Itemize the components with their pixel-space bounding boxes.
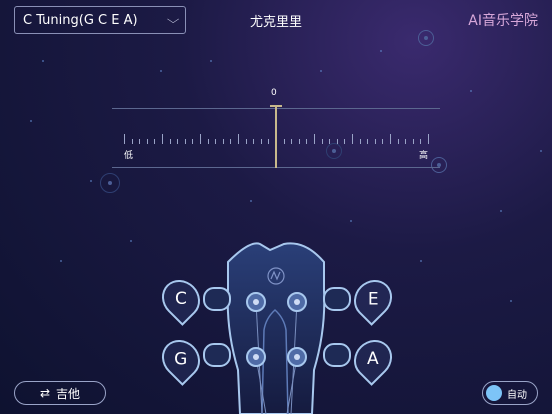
meter-tick (344, 139, 346, 144)
meter-tick (329, 139, 331, 144)
meter-tick (238, 134, 239, 144)
string-note-a[interactable]: A (346, 332, 400, 386)
meter-tick (291, 139, 293, 144)
meter-tick (215, 139, 217, 144)
meter-tick (169, 139, 171, 144)
meter-tick (268, 139, 270, 144)
string-note-c[interactable]: C (154, 272, 208, 326)
swap-icon: ⇄ (39, 386, 51, 400)
meter-low-label: 低 (124, 151, 134, 161)
meter-zero-label: 0 (271, 88, 277, 98)
decorative-ring (100, 173, 120, 193)
meter-tick (245, 139, 247, 144)
meter-tick (428, 134, 429, 144)
toggle-knob (486, 385, 502, 401)
meter-tick (207, 139, 209, 144)
auto-mode-label: 自动 (507, 390, 527, 401)
switch-instrument-label: 吉他 (56, 386, 81, 401)
meter-tick (177, 139, 179, 144)
meter-tick (139, 139, 141, 144)
meter-tick (352, 134, 353, 144)
brand-logo: AI音乐学院 (468, 13, 538, 29)
meter-tick (412, 139, 414, 144)
meter-tick (154, 139, 156, 144)
meter-tick (397, 139, 399, 144)
meter-tick (405, 139, 407, 144)
string-note-label: C (175, 289, 187, 309)
tuning-needle (270, 105, 282, 168)
meter-tick (192, 139, 194, 144)
string-note-label: G (174, 349, 188, 369)
meter-tick (146, 139, 148, 144)
meter-tick (390, 134, 391, 144)
meter-tick (131, 139, 133, 144)
star-background (0, 0, 552, 414)
string-note-label: A (367, 348, 379, 369)
string-note-g[interactable]: G (154, 332, 208, 386)
meter-tick (382, 139, 384, 144)
meter-tick (184, 139, 186, 144)
switch-instrument-button[interactable]: ⇄ 吉他 (14, 381, 106, 405)
meter-high-label: 高 (418, 151, 428, 161)
meter-tick (124, 134, 125, 144)
meter-tick (306, 139, 308, 144)
tuning-meter: 0 低 高 (112, 88, 440, 168)
auto-mode-toggle[interactable]: 自动 (482, 381, 538, 405)
meter-tick (200, 134, 201, 144)
meter-tick (298, 139, 300, 144)
meter-tick (260, 139, 262, 144)
meter-tick (283, 139, 285, 144)
meter-tick (420, 139, 422, 144)
decorative-ring (418, 30, 434, 46)
string-note-e[interactable]: E (346, 272, 400, 326)
meter-tick (359, 139, 361, 144)
meter-tick (162, 134, 163, 144)
meter-tick (321, 139, 323, 144)
meter-tick (367, 139, 369, 144)
ukulele-headstock (203, 242, 351, 414)
meter-tick (222, 139, 224, 144)
meter-tick (314, 134, 315, 144)
meter-tick (253, 139, 255, 144)
meter-tick (374, 139, 376, 144)
meter-tick (230, 139, 232, 144)
string-note-label: E (367, 289, 379, 309)
meter-tick (336, 139, 338, 144)
